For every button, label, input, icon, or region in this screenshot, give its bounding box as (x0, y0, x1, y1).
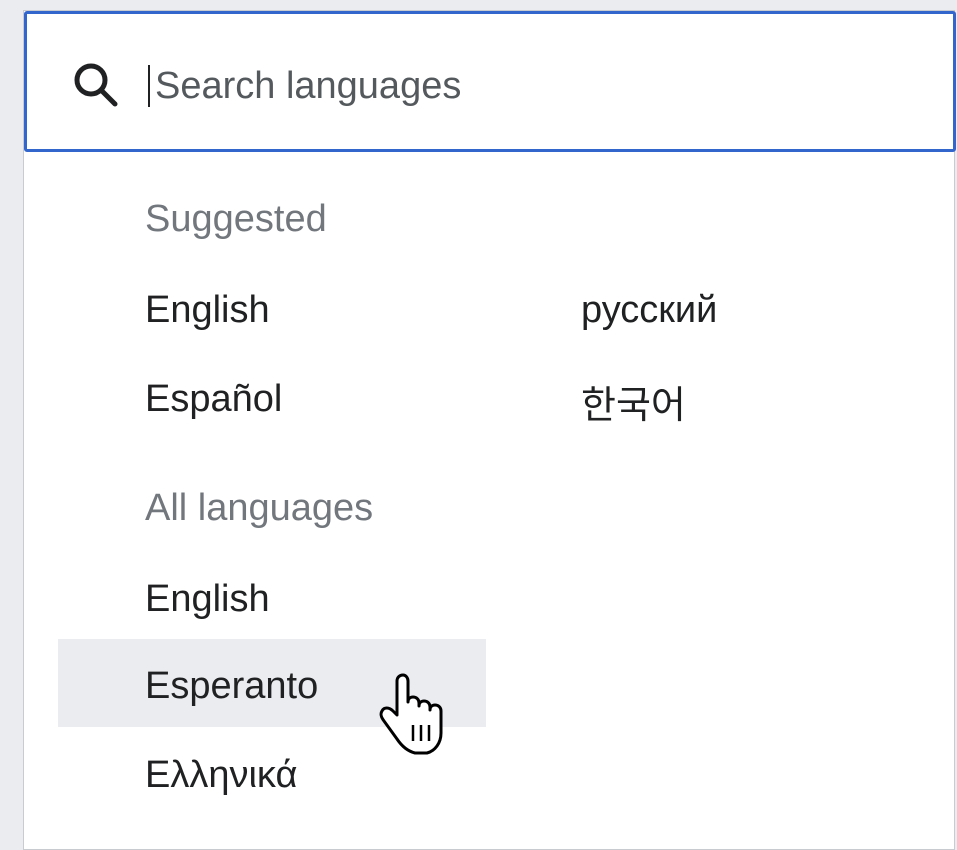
suggested-heading: Suggested (145, 198, 327, 240)
suggested-language-korean[interactable]: 한국어 (581, 374, 686, 429)
language-esperanto[interactable]: Esperanto (145, 665, 318, 708)
search-icon (74, 63, 118, 107)
hand-pointer-cursor-icon (379, 673, 443, 755)
search-input[interactable] (155, 58, 915, 114)
all-languages-heading: All languages (145, 487, 374, 529)
text-caret (148, 65, 150, 107)
language-english[interactable]: English (145, 578, 270, 621)
language-greek[interactable]: Ελληνικά (145, 754, 297, 797)
suggested-language-espanol[interactable]: Español (145, 378, 282, 421)
language-selector-panel: Suggested English Español русский 한국어 Al… (23, 10, 956, 850)
suggested-language-russian[interactable]: русский (581, 289, 717, 332)
search-box[interactable] (24, 11, 956, 152)
suggested-language-english[interactable]: English (145, 289, 270, 332)
